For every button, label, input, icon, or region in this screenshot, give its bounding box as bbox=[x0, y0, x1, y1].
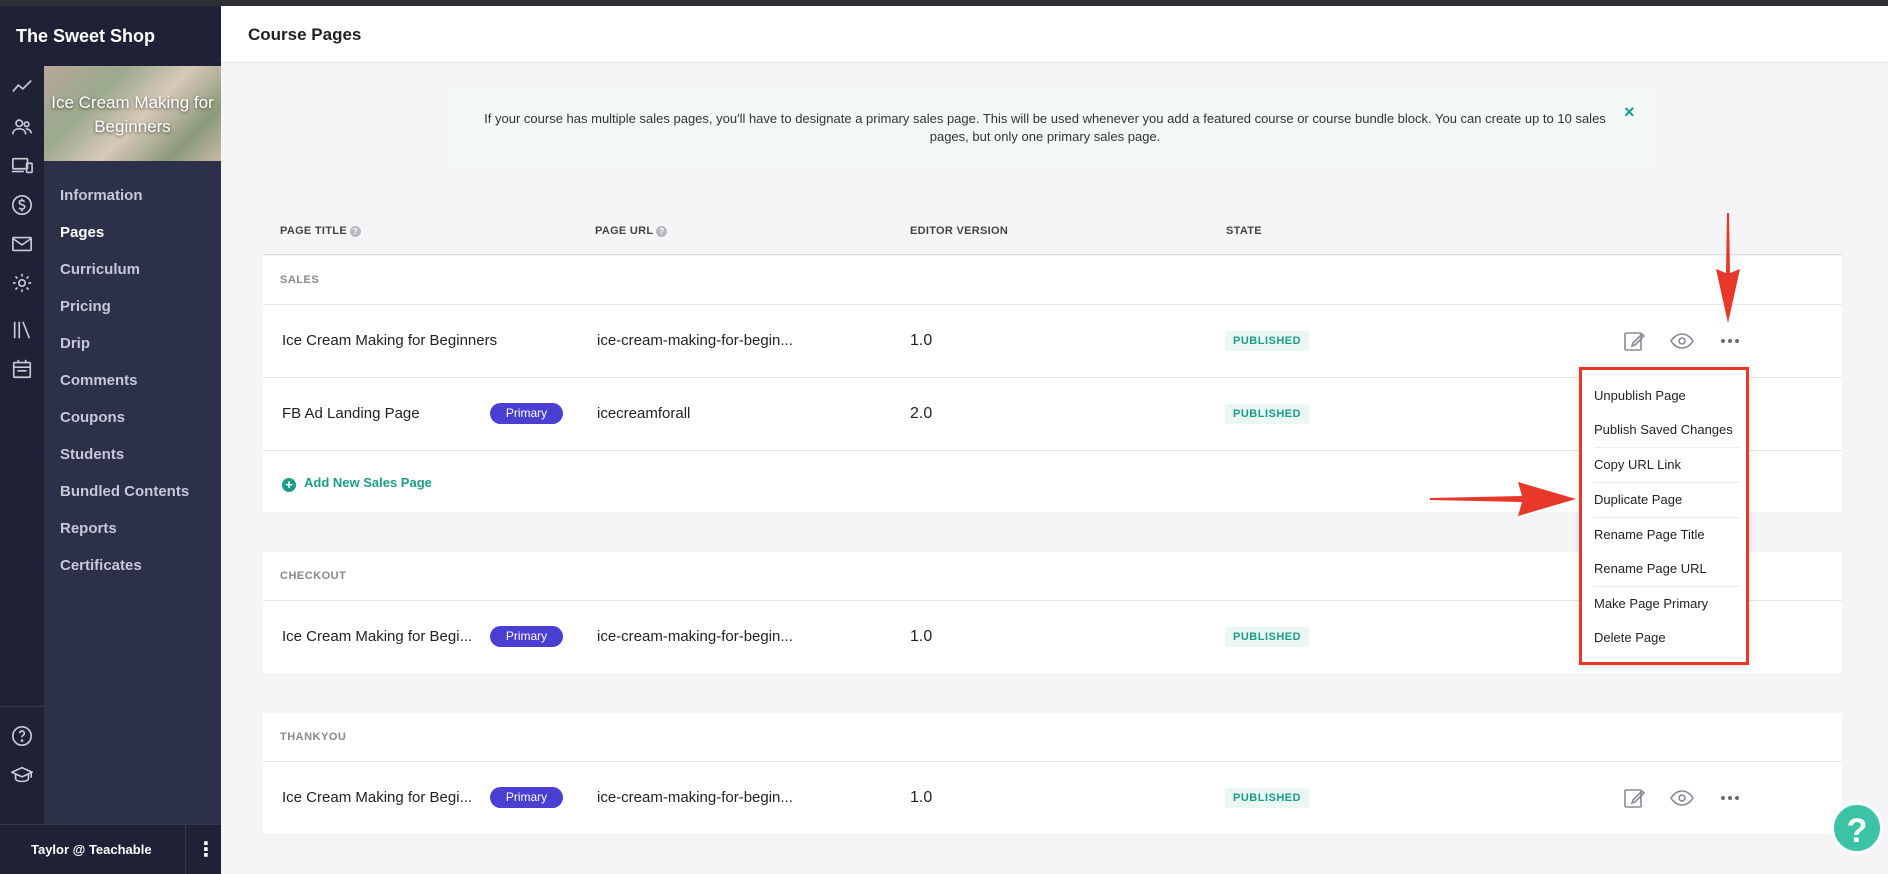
add-new-sales-page-button[interactable]: + Add New Sales Page bbox=[282, 475, 432, 492]
school-name[interactable]: The Sweet Shop bbox=[0, 6, 221, 66]
user-bar-divider bbox=[185, 825, 186, 874]
help-icon[interactable] bbox=[11, 725, 35, 749]
nav-item-pages[interactable]: Pages bbox=[60, 224, 104, 241]
column-page-title-label: PAGE TITLE bbox=[280, 225, 347, 237]
notice-text: If your course has multiple sales pages,… bbox=[484, 111, 1606, 144]
edit-icon[interactable] bbox=[1622, 329, 1646, 353]
page-title: Course Pages bbox=[248, 25, 362, 44]
course-sidebar: Ice Cream Making for Beginners Informati… bbox=[44, 66, 221, 824]
menu-item-delete-page[interactable]: Delete Page bbox=[1594, 630, 1734, 645]
nav-item-pricing[interactable]: Pricing bbox=[60, 298, 111, 315]
status-badge: PUBLISHED bbox=[1225, 788, 1310, 808]
editor-version-cell: 1.0 bbox=[910, 789, 933, 806]
menu-item-publish-saved-changes[interactable]: Publish Saved Changes bbox=[1594, 422, 1734, 437]
page-url-cell: ice-cream-making-for-begin... bbox=[597, 332, 793, 349]
plus-circle-icon: + bbox=[282, 478, 296, 492]
column-page-title: PAGE TITLE? bbox=[280, 225, 361, 237]
group-label-sales: SALES bbox=[280, 274, 320, 286]
editor-version-cell: 1.0 bbox=[910, 332, 933, 349]
close-icon[interactable]: × bbox=[1624, 102, 1635, 123]
page-url-cell: ice-cream-making-for-begin... bbox=[597, 628, 793, 645]
nav-item-curriculum[interactable]: Curriculum bbox=[60, 261, 140, 278]
page-url-cell: icecreamforall bbox=[597, 405, 691, 422]
user-name[interactable]: Taylor @ Teachable bbox=[31, 842, 152, 857]
column-editor-version: EDITOR VERSION bbox=[910, 225, 1009, 237]
primary-badge: Primary bbox=[490, 787, 563, 808]
thankyou-group: THANKYOU Ice Cream Making for Begi... Pr… bbox=[263, 713, 1842, 834]
rail-divider bbox=[0, 706, 44, 707]
school-icon[interactable] bbox=[9, 764, 35, 788]
page-title-cell: Ice Cream Making for Begi... bbox=[282, 789, 473, 806]
kebab-menu-icon[interactable]: ⋮ bbox=[196, 839, 216, 861]
menu-item-copy-url-link[interactable]: Copy URL Link bbox=[1594, 457, 1734, 472]
page-actions-dropdown: Unpublish Page Publish Saved Changes Cop… bbox=[1579, 367, 1749, 665]
status-badge: PUBLISHED bbox=[1225, 404, 1310, 424]
mail-icon[interactable] bbox=[11, 233, 35, 257]
nav-item-information[interactable]: Information bbox=[60, 187, 143, 204]
more-horizontal-icon[interactable] bbox=[1718, 329, 1742, 353]
trend-icon[interactable] bbox=[11, 76, 35, 100]
eye-icon[interactable] bbox=[1670, 786, 1694, 810]
column-page-url-label: PAGE URL bbox=[595, 225, 654, 237]
library-icon[interactable] bbox=[11, 319, 35, 343]
menu-item-rename-page-title[interactable]: Rename Page Title bbox=[1594, 527, 1734, 542]
add-new-sales-page-label: Add New Sales Page bbox=[304, 475, 432, 490]
editor-version-cell: 1.0 bbox=[910, 628, 933, 645]
page-title-cell: Ice Cream Making for Beginners bbox=[282, 332, 498, 349]
primary-badge: Primary bbox=[490, 403, 563, 424]
more-horizontal-icon[interactable] bbox=[1718, 786, 1742, 810]
table-header: PAGE TITLE? PAGE URL? EDITOR VERSION STA… bbox=[263, 215, 1842, 255]
icon-rail bbox=[0, 66, 44, 824]
editor-version-cell: 2.0 bbox=[910, 405, 933, 422]
status-badge: PUBLISHED bbox=[1225, 331, 1310, 351]
devices-icon[interactable] bbox=[11, 155, 35, 179]
nav-item-students[interactable]: Students bbox=[60, 446, 124, 463]
column-page-url: PAGE URL? bbox=[595, 225, 668, 237]
calendar-icon[interactable] bbox=[11, 358, 35, 382]
help-circle-icon[interactable]: ? bbox=[349, 226, 361, 237]
menu-item-make-page-primary[interactable]: Make Page Primary bbox=[1594, 596, 1734, 611]
page-title-cell: FB Ad Landing Page bbox=[282, 405, 420, 422]
status-badge: PUBLISHED bbox=[1225, 627, 1310, 647]
annotation-arrow-down bbox=[1716, 213, 1740, 323]
menu-item-rename-page-url[interactable]: Rename Page URL bbox=[1594, 561, 1734, 576]
menu-item-unpublish-page[interactable]: Unpublish Page bbox=[1594, 388, 1734, 403]
help-chat-button[interactable]: ? bbox=[1831, 802, 1883, 854]
course-title: Ice Cream Making for Beginners bbox=[51, 93, 214, 136]
primary-badge: Primary bbox=[490, 626, 563, 647]
menu-divider bbox=[1594, 482, 1740, 483]
menu-divider bbox=[1594, 447, 1740, 448]
group-label-thankyou: THANKYOU bbox=[280, 731, 347, 743]
page-url-cell: ice-cream-making-for-begin... bbox=[597, 789, 793, 806]
column-state: STATE bbox=[1226, 225, 1262, 237]
info-notice: If your course has multiple sales pages,… bbox=[450, 88, 1657, 166]
menu-divider bbox=[1594, 586, 1740, 587]
page-header: Course Pages bbox=[221, 6, 1888, 63]
group-label-checkout: CHECKOUT bbox=[280, 570, 347, 582]
nav-item-certificates[interactable]: Certificates bbox=[60, 557, 142, 574]
gear-icon[interactable] bbox=[11, 272, 35, 296]
course-thumbnail[interactable]: Ice Cream Making for Beginners bbox=[44, 66, 221, 161]
page-title-cell: Ice Cream Making for Begi... bbox=[282, 628, 473, 645]
menu-divider bbox=[1594, 517, 1740, 518]
eye-icon[interactable] bbox=[1670, 329, 1694, 353]
nav-item-reports[interactable]: Reports bbox=[60, 520, 117, 537]
dollar-icon[interactable] bbox=[11, 194, 35, 218]
users-icon[interactable] bbox=[11, 116, 35, 140]
nav-item-coupons[interactable]: Coupons bbox=[60, 409, 125, 426]
nav-item-comments[interactable]: Comments bbox=[60, 372, 138, 389]
nav-item-drip[interactable]: Drip bbox=[60, 335, 90, 352]
table-row[interactable]: Ice Cream Making for Begi... Primary ice… bbox=[263, 761, 1842, 834]
nav-item-bundled-contents[interactable]: Bundled Contents bbox=[60, 483, 189, 500]
user-bar: Taylor @ Teachable ⋮ bbox=[0, 824, 221, 874]
edit-icon[interactable] bbox=[1622, 786, 1646, 810]
annotation-arrow-right bbox=[1430, 482, 1576, 516]
help-circle-icon[interactable]: ? bbox=[656, 226, 668, 237]
menu-item-duplicate-page[interactable]: Duplicate Page bbox=[1594, 492, 1734, 507]
